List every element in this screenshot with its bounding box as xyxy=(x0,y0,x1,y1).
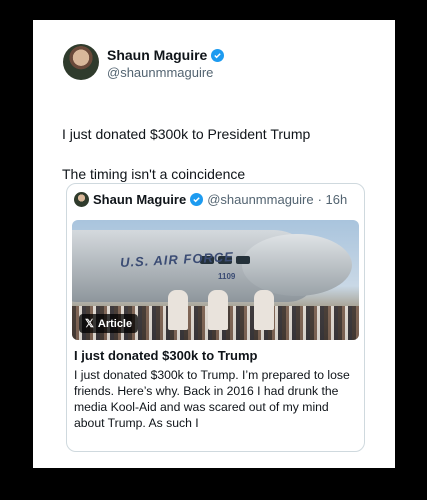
article-title[interactable]: I just donated $300k to Trump xyxy=(74,348,257,363)
article-badge-label: Article xyxy=(97,317,133,330)
plane-nose xyxy=(242,234,352,296)
post-text-line-1: I just donated $300k to President Trump xyxy=(62,126,311,142)
author-name[interactable]: Shaun Maguire xyxy=(107,47,207,63)
quoted-author-avatar[interactable] xyxy=(74,192,89,207)
plane-window xyxy=(236,256,250,264)
quoted-post-time: · 16h xyxy=(317,192,348,207)
verified-badge-icon xyxy=(211,48,225,62)
person-figure xyxy=(208,290,228,330)
person-figure xyxy=(168,290,188,330)
quoted-post[interactable]: Shaun Maguire @shaunmmaguire · 16h U.S. … xyxy=(66,183,365,452)
post-text-line-2: The timing isn't a coincidence xyxy=(62,166,246,182)
quoted-author-name[interactable]: Shaun Maguire xyxy=(93,192,186,207)
quoted-author-handle[interactable]: @shaunmmaguire xyxy=(207,192,313,207)
author-handle[interactable]: @shaunmmaguire xyxy=(107,65,213,80)
author-avatar[interactable] xyxy=(63,44,99,80)
article-badge[interactable]: 𝕏 Article xyxy=(79,314,139,333)
plane-number: 1109 xyxy=(218,272,236,281)
quoted-post-header: Shaun Maguire @shaunmmaguire · 16h xyxy=(74,192,347,207)
author-name-row[interactable]: Shaun Maguire xyxy=(107,47,225,63)
article-cover-image[interactable]: U.S. AIR FORCE 1109 𝕏 Article xyxy=(72,220,359,340)
x-logo-icon: 𝕏 xyxy=(85,318,94,330)
article-excerpt: I just donated $300k to Trump. I’m prepa… xyxy=(74,368,350,430)
post-card: Shaun Maguire @shaunmmaguire I just dona… xyxy=(33,20,395,468)
person-figure xyxy=(254,290,274,330)
verified-badge-icon xyxy=(190,193,204,206)
